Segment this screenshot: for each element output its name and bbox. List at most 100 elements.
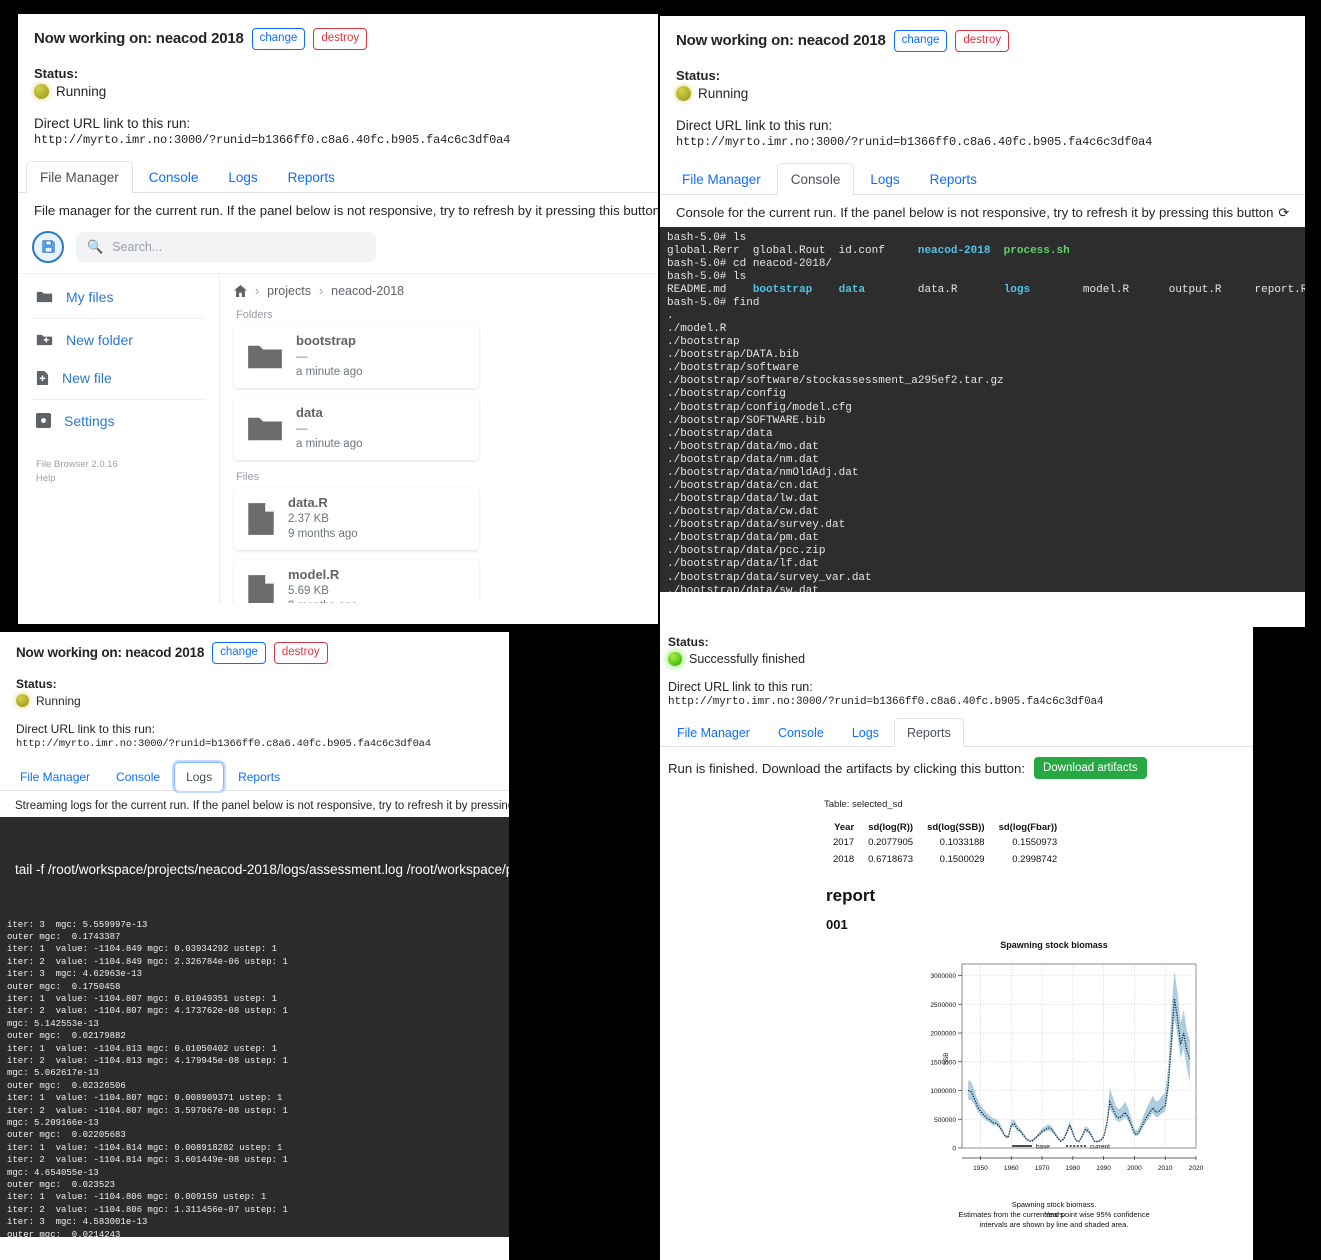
chart-xaxis-label: Years	[1045, 1210, 1064, 1220]
tab-console[interactable]: Console	[104, 762, 172, 791]
tab-console[interactable]: Console	[777, 163, 855, 195]
title-row: Now working on: neacod 2018 change destr…	[34, 28, 642, 50]
sidebar-divider	[32, 399, 205, 400]
col-year: Year	[826, 821, 861, 834]
file-manager-note: File manager for the current run. If the…	[18, 193, 658, 225]
breadcrumb-projects[interactable]: projects	[267, 284, 311, 298]
file-card[interactable]: model.R 5.69 KB 9 months ago	[234, 560, 479, 603]
file-plus-icon	[36, 370, 49, 386]
cell-sd-log-ssb: 0.1500029	[920, 851, 992, 868]
tab-file-manager[interactable]: File Manager	[26, 161, 133, 193]
svg-text:2010: 2010	[1158, 1165, 1173, 1172]
direct-url-label: Direct URL link to this run:	[668, 680, 1245, 694]
change-button[interactable]: change	[894, 30, 948, 52]
console-note: Console for the current run. If the pane…	[660, 195, 1305, 227]
tab-file-manager[interactable]: File Manager	[668, 163, 775, 195]
svg-text:2020: 2020	[1189, 1165, 1204, 1172]
folder-modified: a minute ago	[296, 437, 363, 452]
sidebar-item-settings[interactable]: Settings	[18, 402, 219, 440]
tab-logs[interactable]: Logs	[214, 161, 271, 193]
cell-year: 2017	[826, 834, 861, 851]
panel-console: Now working on: neacod 2018 change destr…	[660, 16, 1305, 627]
svg-text:2000: 2000	[1127, 1165, 1142, 1172]
table-row: 2018 0.6718673 0.1500029 0.2998742	[826, 851, 1064, 868]
logs-output: iter: 3 mgc: 5.559997e-13 outer mgc: 0.1…	[0, 913, 509, 1237]
change-button[interactable]: change	[212, 642, 266, 664]
file-size: 2.37 KB	[288, 512, 358, 527]
svg-text:1950: 1950	[973, 1165, 988, 1172]
logs-output-panel[interactable]: tail -f /root/workspace/projects/neacod-…	[0, 817, 509, 1237]
folder-modified: a minute ago	[296, 365, 363, 380]
panel-logs: Now working on: neacod 2018 change destr…	[0, 632, 509, 1260]
folder-icon	[36, 290, 53, 304]
gear-icon	[36, 413, 51, 428]
sidebar-item-new-folder[interactable]: New folder	[18, 321, 219, 359]
destroy-button[interactable]: destroy	[313, 28, 367, 50]
destroy-button[interactable]: destroy	[955, 30, 1009, 52]
tab-reports[interactable]: Reports	[274, 161, 349, 193]
tab-console[interactable]: Console	[765, 718, 837, 747]
tab-reports[interactable]: Reports	[916, 163, 991, 195]
cell-year: 2018	[826, 851, 861, 868]
file-manager-note-text: File manager for the current run. If the…	[34, 203, 658, 218]
run-header: Status: Successfully finished Direct URL…	[660, 627, 1253, 708]
sidebar-item-label: Settings	[64, 413, 115, 429]
title-row: Now working on: neacod 2018 change destr…	[676, 30, 1289, 52]
file-browser-version: File Browser 2.0.16 Help	[18, 440, 219, 487]
search-placeholder: Search...	[112, 240, 162, 254]
status-label: Status:	[16, 677, 493, 691]
tabs: File Manager Console Logs Reports	[26, 161, 650, 192]
breadcrumb: › projects › neacod-2018	[234, 284, 658, 298]
sidebar-item-my-files[interactable]: My files	[18, 278, 219, 316]
run-header: Now working on: neacod 2018 change destr…	[0, 632, 509, 750]
tab-logs[interactable]: Logs	[856, 163, 913, 195]
home-icon[interactable]	[234, 285, 247, 297]
cell-sd-log-ssb: 0.1033188	[920, 834, 992, 851]
panel-reports: Status: Successfully finished Direct URL…	[660, 627, 1253, 1260]
sidebar-divider	[32, 318, 205, 319]
file-size: 5.69 KB	[288, 584, 358, 599]
tab-logs[interactable]: Logs	[174, 762, 224, 791]
folder-card[interactable]: bootstrap — a minute ago	[234, 326, 479, 388]
file-card[interactable]: data.R 2.37 KB 9 months ago	[234, 488, 479, 550]
status-row: Running	[676, 86, 1289, 101]
help-link[interactable]: Help	[36, 472, 201, 486]
tabs-container: File Manager Console Logs Reports	[18, 161, 658, 193]
title-row: Now working on: neacod 2018 change destr…	[16, 642, 493, 664]
folder-card[interactable]: data — a minute ago	[234, 398, 479, 460]
tab-logs[interactable]: Logs	[839, 718, 892, 747]
svg-text:0: 0	[952, 1146, 956, 1153]
file-modified: 9 months ago	[288, 527, 358, 542]
refresh-icon[interactable]: ⟳	[1278, 205, 1289, 221]
tab-console[interactable]: Console	[135, 161, 213, 193]
chart-title: Spawning stock biomass	[904, 940, 1204, 950]
table-header-row: Year sd(log(R)) sd(log(SSB)) sd(log(Fbar…	[826, 821, 1064, 834]
search-input[interactable]: 🔍 Search...	[76, 232, 376, 262]
console-output[interactable]: bash-5.0# ls global.Rerr global.Rout id.…	[660, 227, 1305, 592]
reports-body: Run is finished. Download the artifacts …	[660, 747, 1253, 1230]
folder-size: —	[296, 422, 363, 437]
svg-text:1960: 1960	[1004, 1165, 1019, 1172]
breadcrumb-neacod-2018[interactable]: neacod-2018	[331, 284, 404, 298]
status-text: Running	[36, 694, 81, 708]
svg-text:1980: 1980	[1066, 1165, 1081, 1172]
status-label: Status:	[676, 68, 1289, 83]
status-led-running-icon	[34, 84, 49, 99]
sidebar-item-label: My files	[66, 289, 113, 305]
table-row: 2017 0.2077905 0.1033188 0.1550973	[826, 834, 1064, 851]
tab-file-manager[interactable]: File Manager	[664, 718, 763, 747]
change-button[interactable]: change	[252, 28, 306, 50]
col-sd-log-r: sd(log(R))	[861, 821, 920, 834]
tabs-container: File Manager Console Logs Reports	[660, 163, 1305, 195]
tab-reports[interactable]: Reports	[894, 718, 964, 747]
sidebar-item-new-file[interactable]: New file	[18, 359, 219, 397]
tab-reports[interactable]: Reports	[226, 762, 292, 791]
folder-plus-icon	[36, 333, 53, 347]
tab-file-manager[interactable]: File Manager	[8, 762, 102, 791]
file-icon	[246, 501, 276, 537]
destroy-button[interactable]: destroy	[274, 642, 328, 664]
status-led-running-icon	[16, 694, 29, 707]
svg-text:current: current	[1090, 1143, 1110, 1150]
download-artifacts-button[interactable]: Download artifacts	[1034, 757, 1147, 779]
run-header: Now working on: neacod 2018 change destr…	[18, 14, 658, 147]
